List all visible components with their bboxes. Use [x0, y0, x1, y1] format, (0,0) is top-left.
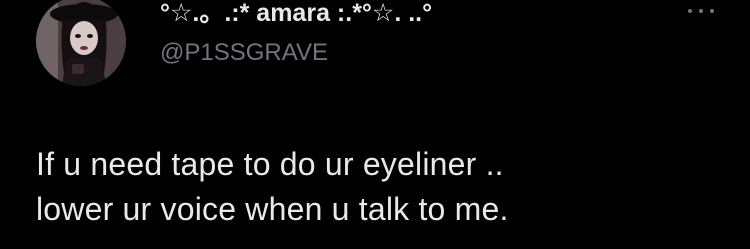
more-dot: [688, 9, 692, 13]
more-options-icon[interactable]: [684, 2, 718, 20]
tweet-text-line: If u need tape to do ur eyeliner ..: [36, 146, 504, 182]
more-dot: [710, 9, 714, 13]
profile-photo-icon: [36, 0, 126, 86]
user-handle[interactable]: @P1SSGRAVE: [160, 38, 432, 68]
more-dot: [699, 9, 703, 13]
tweet-header: °☆.。.:* amara :.*°☆. ..° @P1SSGRAVE: [160, 0, 432, 68]
tweet-text-line: lower ur voice when u talk to me.: [36, 191, 509, 227]
tweet: °☆.。.:* amara :.*°☆. ..° @P1SSGRAVE If u…: [0, 0, 750, 249]
avatar[interactable]: [36, 0, 126, 86]
display-name[interactable]: °☆.。.:* amara :.*°☆. ..°: [160, 0, 432, 28]
tweet-text: If u need tape to do ur eyeliner .. lowe…: [36, 142, 736, 232]
